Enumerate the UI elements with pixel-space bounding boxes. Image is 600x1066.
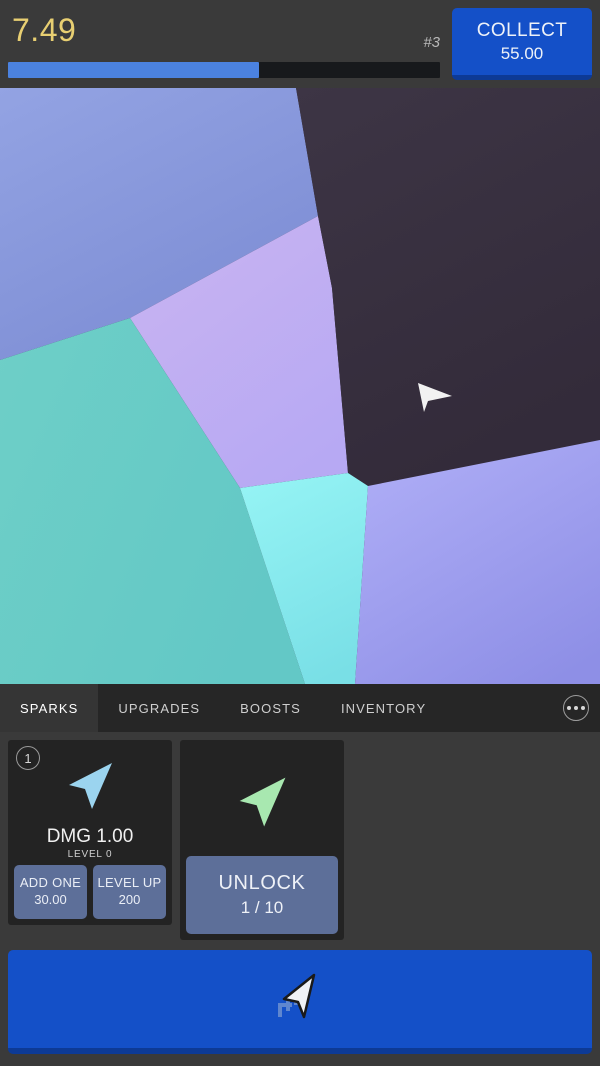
unlock-button[interactable]: UNLOCK 1 / 10 [186,856,338,934]
tab-sparks-label: SPARKS [20,700,79,716]
spark-card-actions: ADD ONE 30.00 LEVEL UP 200 [14,865,166,919]
spawn-cursor-button[interactable] [8,950,592,1054]
rank-label: #3 [423,34,440,51]
spark-card-title: DMG 1.00 [46,826,134,847]
add-one-cost: 30.00 [34,891,67,907]
cursor-trail-icon [278,973,316,1019]
tab-inventory[interactable]: INVENTORY [321,684,446,732]
game-screen: 7.49 #3 COLLECT 55.00 SPARKS UPGRADES BO… [0,0,600,1066]
ellipsis-dot [581,706,585,710]
spark-card-list: 1 DMG 1.00 LEVEL 0 ADD ONE 30.00 LEVEL U… [8,740,592,940]
tab-boosts-label: BOOSTS [240,700,301,716]
game-stage[interactable] [0,88,600,684]
ellipsis-dot [574,706,578,710]
score-value: 7.49 [12,12,77,48]
add-one-label: ADD ONE [19,875,82,890]
spark-card-art [186,746,338,856]
tab-boosts[interactable]: BOOSTS [220,684,321,732]
spark-card-locked[interactable]: UNLOCK 1 / 10 [180,740,344,940]
collect-button[interactable]: COLLECT 55.00 [452,8,592,80]
tab-upgrades[interactable]: UPGRADES [98,684,220,732]
unlock-progress: 1 / 10 [240,898,284,917]
tab-sparks[interactable]: SPARKS [0,684,99,732]
arrow-cursor-green-icon [239,777,286,827]
arrow-cursor-blue-icon [69,763,112,809]
ellipsis-dot [567,706,571,710]
header-bar: 7.49 #3 COLLECT 55.00 [0,0,600,88]
collect-button-value: 55.00 [500,43,544,63]
collect-button-label: COLLECT [476,20,568,41]
tab-upgrades-label: UPGRADES [118,700,201,716]
spark-card-owned[interactable]: 1 DMG 1.00 LEVEL 0 ADD ONE 30.00 LEVEL U… [8,740,172,925]
tab-inventory-label: INVENTORY [340,700,427,716]
spark-card-index-badge: 1 [16,746,40,770]
tab-bar: SPARKS UPGRADES BOOSTS INVENTORY [0,684,600,732]
add-one-button[interactable]: ADD ONE 30.00 [14,865,87,919]
spark-panel: 1 DMG 1.00 LEVEL 0 ADD ONE 30.00 LEVEL U… [0,732,600,1066]
unlock-label: UNLOCK [218,872,306,894]
spark-card-level: LEVEL 0 [67,849,113,860]
more-menu-button[interactable] [552,684,600,732]
level-up-button[interactable]: LEVEL UP 200 [93,865,166,919]
progress-bar-fill [8,62,259,78]
stage-cells [0,88,600,684]
progress-bar [8,62,440,78]
tab-bar-spacer [446,684,552,732]
ellipsis-icon [563,695,589,721]
level-up-cost: 200 [118,891,141,907]
level-up-label: LEVEL UP [97,875,162,890]
action-bar [8,950,592,1054]
